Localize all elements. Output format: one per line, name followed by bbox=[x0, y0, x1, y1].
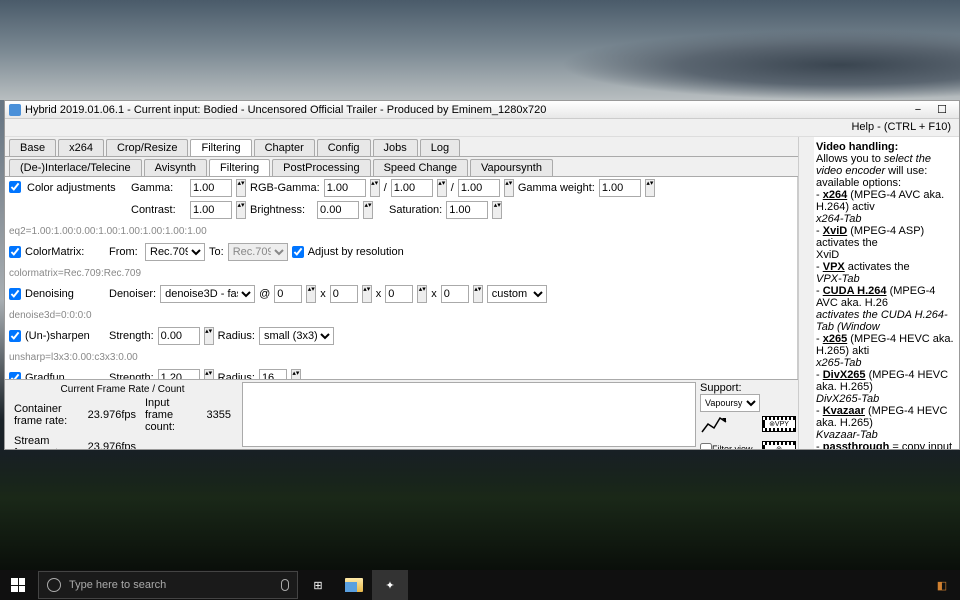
subtab-avisynth[interactable]: Avisynth bbox=[144, 159, 207, 176]
colormatrix-from[interactable]: Rec.709 bbox=[145, 243, 205, 261]
bottom-panel: Current Frame Rate / Count Container fra… bbox=[5, 379, 798, 449]
filter-panel: Color adjustments Gamma: ▴▾ RGB-Gamma: ▴… bbox=[5, 177, 798, 379]
taskview-icon[interactable]: ⊞ bbox=[300, 570, 336, 600]
taskbar: Type here to search ⊞ ✦ ◧ bbox=[0, 570, 960, 600]
start-button[interactable] bbox=[0, 570, 36, 600]
brightness-input[interactable] bbox=[317, 201, 359, 219]
unsharpen-checkbox[interactable] bbox=[9, 330, 21, 342]
tab-chapter[interactable]: Chapter bbox=[254, 139, 315, 156]
search-box[interactable]: Type here to search bbox=[38, 571, 298, 599]
coloradj-hint: eq2=1.00:1.00:0.00:1.00:1.00:1.00:1.00:1… bbox=[5, 221, 797, 241]
tab-log[interactable]: Log bbox=[420, 139, 460, 156]
cortana-icon bbox=[47, 578, 61, 592]
graph-icon[interactable] bbox=[700, 414, 728, 434]
main-tabs: Basex264Crop/ResizeFilteringChapterConfi… bbox=[5, 137, 798, 157]
film-vpy-icon[interactable]: ⊚VPY bbox=[762, 416, 796, 432]
gamma-input[interactable] bbox=[190, 179, 232, 197]
minimize-button[interactable]: − bbox=[907, 104, 929, 116]
frame-info: Current Frame Rate / Count Container fra… bbox=[5, 380, 240, 449]
app-icon bbox=[9, 104, 21, 116]
contrast-input[interactable] bbox=[190, 201, 232, 219]
tab-config[interactable]: Config bbox=[317, 139, 371, 156]
tab-filtering[interactable]: Filtering bbox=[190, 139, 251, 156]
gradfun-strength[interactable] bbox=[158, 369, 200, 379]
app-taskbar-icon[interactable]: ✦ bbox=[372, 570, 408, 600]
tab-jobs[interactable]: Jobs bbox=[373, 139, 418, 156]
colormatrix-to: Rec.709 bbox=[228, 243, 288, 261]
gradfun-radius[interactable] bbox=[259, 369, 287, 379]
window-title: Hybrid 2019.01.06.1 - Current input: Bod… bbox=[25, 104, 907, 116]
main-scrollbar[interactable] bbox=[798, 137, 814, 449]
maximize-button[interactable]: ☐ bbox=[929, 103, 955, 116]
tab-base[interactable]: Base bbox=[9, 139, 56, 156]
gradfun-checkbox[interactable] bbox=[9, 372, 21, 379]
mic-icon bbox=[281, 579, 289, 591]
titlebar[interactable]: Hybrid 2019.01.06.1 - Current input: Bod… bbox=[5, 101, 959, 119]
rgb3-input[interactable] bbox=[458, 179, 500, 197]
subtab-filtering[interactable]: Filtering bbox=[209, 159, 270, 176]
tray-icon[interactable]: ◧ bbox=[924, 570, 960, 600]
subtab-speedchange[interactable]: Speed Change bbox=[373, 159, 468, 176]
filterview-checkbox[interactable] bbox=[700, 443, 712, 449]
explorer-icon[interactable] bbox=[336, 570, 372, 600]
colormatrix-checkbox[interactable] bbox=[9, 246, 21, 258]
tab-crop/resize[interactable]: Crop/Resize bbox=[106, 139, 189, 156]
support-select[interactable]: Vapoursynth bbox=[700, 394, 760, 412]
adjust-res-checkbox[interactable] bbox=[292, 246, 304, 258]
help-bar[interactable]: Help - (CTRL + F10) bbox=[5, 119, 959, 137]
tab-x264[interactable]: x264 bbox=[58, 139, 104, 156]
film-eye-icon[interactable]: ⊚ bbox=[762, 441, 796, 449]
denoise-mode[interactable]: custom bbox=[487, 285, 547, 303]
saturation-input[interactable] bbox=[446, 201, 488, 219]
subtab-deinterlacetelecine[interactable]: (De-)Interlace/Telecine bbox=[9, 159, 142, 176]
subtab-vapoursynth[interactable]: Vapoursynth bbox=[470, 159, 553, 176]
subtab-postprocessing[interactable]: PostProcessing bbox=[272, 159, 370, 176]
preview-box bbox=[242, 382, 696, 447]
help-panel: Video handling: Allows you to select the… bbox=[814, 137, 959, 449]
denoise-checkbox[interactable] bbox=[9, 288, 21, 300]
gammaweight-input[interactable] bbox=[599, 179, 641, 197]
gamma-spin[interactable]: ▴▾ bbox=[236, 179, 246, 197]
rgb2-input[interactable] bbox=[391, 179, 433, 197]
coloradj-label: Color adjustments bbox=[27, 182, 127, 194]
sub-tabs: (De-)Interlace/TelecineAvisynthFiltering… bbox=[5, 157, 798, 177]
app-window: Hybrid 2019.01.06.1 - Current input: Bod… bbox=[4, 100, 960, 450]
denoiser-select[interactable]: denoise3D - fast bbox=[160, 285, 255, 303]
sharpen-radius[interactable]: small (3x3) bbox=[259, 327, 334, 345]
sharpen-strength[interactable] bbox=[158, 327, 200, 345]
rgb1-input[interactable] bbox=[324, 179, 366, 197]
windows-icon bbox=[11, 578, 25, 592]
